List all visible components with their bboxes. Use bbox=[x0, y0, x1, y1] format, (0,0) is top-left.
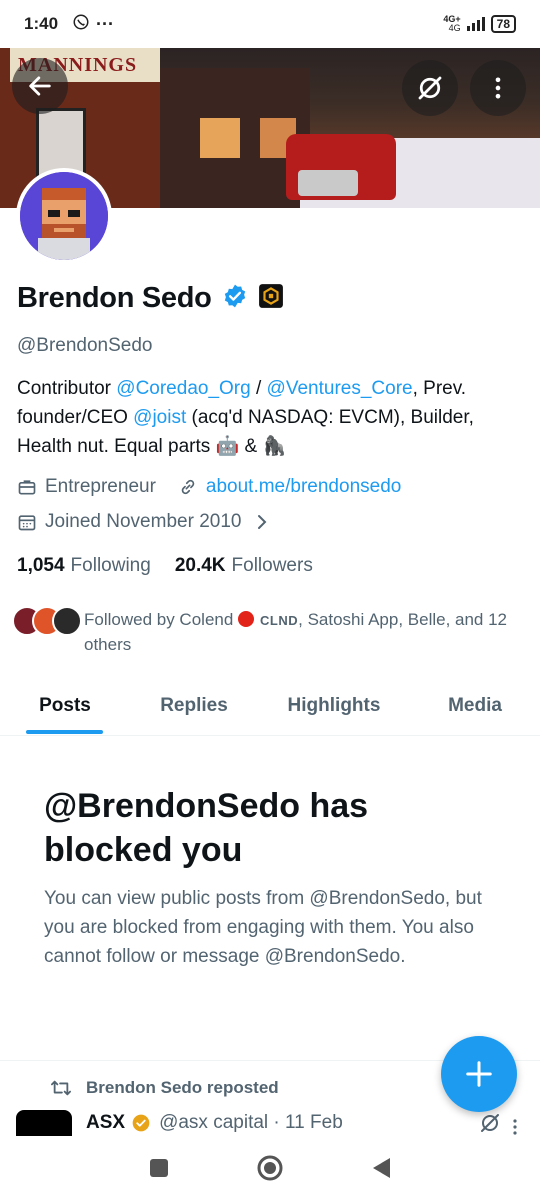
blocked-message: You can view public posts from @BrendonS… bbox=[44, 888, 482, 967]
avatar[interactable] bbox=[16, 168, 112, 264]
link-icon bbox=[178, 477, 198, 497]
bio-mention-ventures-core[interactable]: @Ventures_Core bbox=[267, 378, 413, 399]
repost-indicator: Brendon Sedo reposted bbox=[50, 1078, 279, 1098]
recents-button[interactable] bbox=[148, 1157, 170, 1179]
more-vertical-icon bbox=[495, 77, 501, 99]
followed-by-avatars[interactable] bbox=[12, 606, 82, 636]
gorilla-emoji: 🦍 bbox=[262, 436, 287, 457]
bio-text: & bbox=[239, 436, 263, 457]
profile-name-row: Brendon Sedo bbox=[17, 282, 284, 315]
network-indicator: 4G+ 4G bbox=[443, 14, 461, 33]
bio-mention-coredao[interactable]: @Coredao_Org bbox=[116, 378, 250, 399]
square-icon bbox=[150, 1159, 168, 1177]
grok-icon[interactable] bbox=[478, 1111, 502, 1135]
tweet-meta: @asx capital · 11 Feb bbox=[159, 1112, 343, 1133]
bio-text: Contributor bbox=[17, 378, 117, 399]
arrow-left-icon bbox=[29, 76, 51, 96]
signal-icon bbox=[466, 17, 485, 31]
verified-icon[interactable] bbox=[222, 283, 248, 314]
more-notifications-icon: ··· bbox=[96, 13, 115, 34]
calendar-icon bbox=[17, 512, 37, 532]
followed-ticker: CLND bbox=[260, 613, 299, 628]
followers-link[interactable]: 20.4K Followers bbox=[175, 555, 313, 577]
profile-stats: 1,054 Following 20.4K Followers bbox=[17, 555, 313, 577]
plus-icon bbox=[466, 1061, 492, 1087]
chevron-right-icon bbox=[255, 513, 269, 531]
gold-verified-icon bbox=[131, 1113, 151, 1133]
follower-avatar bbox=[52, 606, 82, 636]
clock: 1:40 bbox=[24, 14, 59, 33]
profile-handle: @BrendonSedo bbox=[17, 335, 153, 356]
affiliate-badge-icon[interactable] bbox=[258, 283, 284, 314]
back-button[interactable] bbox=[12, 58, 68, 114]
following-label: Following bbox=[70, 555, 151, 576]
profile-tabs: Posts Replies Highlights Media bbox=[0, 676, 540, 736]
red-circle-icon bbox=[238, 611, 255, 627]
tweet-more-icon[interactable] bbox=[512, 1118, 518, 1136]
tab-posts[interactable]: Posts bbox=[0, 676, 130, 735]
briefcase-icon bbox=[17, 477, 37, 497]
profile-category: Entrepreneur bbox=[45, 476, 156, 497]
tab-replies[interactable]: Replies bbox=[130, 676, 258, 735]
home-button[interactable] bbox=[256, 1154, 284, 1182]
following-count: 1,054 bbox=[17, 555, 65, 576]
banner-truck-grille bbox=[298, 170, 358, 196]
profile-website-link[interactable]: about.me/brendonsedo bbox=[206, 476, 401, 498]
bio-text: / bbox=[250, 378, 267, 399]
followed-by-text[interactable]: Followed by Colend CLND, Satoshi App, Be… bbox=[84, 608, 524, 657]
following-link[interactable]: 1,054 Following bbox=[17, 555, 151, 577]
bio-mention-joist[interactable]: @joist bbox=[133, 407, 186, 428]
repost-icon bbox=[50, 1078, 72, 1098]
robot-emoji: 🤖 bbox=[215, 436, 240, 457]
status-bar: 1:40 ··· 4G+ 4G 78 bbox=[0, 0, 540, 48]
whatsapp-icon bbox=[72, 13, 90, 36]
compose-post-button[interactable] bbox=[441, 1036, 517, 1112]
tab-highlights[interactable]: Highlights bbox=[258, 676, 410, 735]
profile-joined-row[interactable]: Joined November 2010 bbox=[17, 511, 269, 533]
followers-count: 20.4K bbox=[174, 555, 226, 576]
profile-bio: Contributor @Coredao_Org / @Ventures_Cor… bbox=[17, 374, 527, 461]
grok-button[interactable] bbox=[402, 60, 458, 116]
blocked-title: @BrendonSedo has blocked you bbox=[44, 787, 369, 869]
grok-icon bbox=[418, 76, 442, 100]
more-options-button[interactable] bbox=[470, 60, 526, 116]
battery-icon: 78 bbox=[490, 15, 516, 33]
tweet-header[interactable]: ASX @asx capital · 11 Feb bbox=[16, 1110, 540, 1136]
profile-joined-date: Joined November 2010 bbox=[45, 511, 242, 532]
banner-window-lit bbox=[200, 118, 240, 158]
back-nav-button[interactable] bbox=[370, 1156, 392, 1180]
home-circle-icon bbox=[257, 1155, 283, 1181]
repost-label: Brendon Sedo reposted bbox=[86, 1078, 279, 1097]
tweet-author-avatar[interactable] bbox=[16, 1110, 72, 1136]
followers-label: Followers bbox=[231, 555, 313, 576]
profile-meta-row: Entrepreneur about.me/brendonsedo bbox=[17, 476, 401, 498]
profile-name: Brendon Sedo bbox=[17, 282, 212, 314]
tweet-author-name[interactable]: ASX bbox=[86, 1112, 125, 1134]
tab-media[interactable]: Media bbox=[410, 676, 540, 735]
triangle-back-icon bbox=[373, 1158, 390, 1178]
system-navigation-bar bbox=[0, 1136, 540, 1200]
